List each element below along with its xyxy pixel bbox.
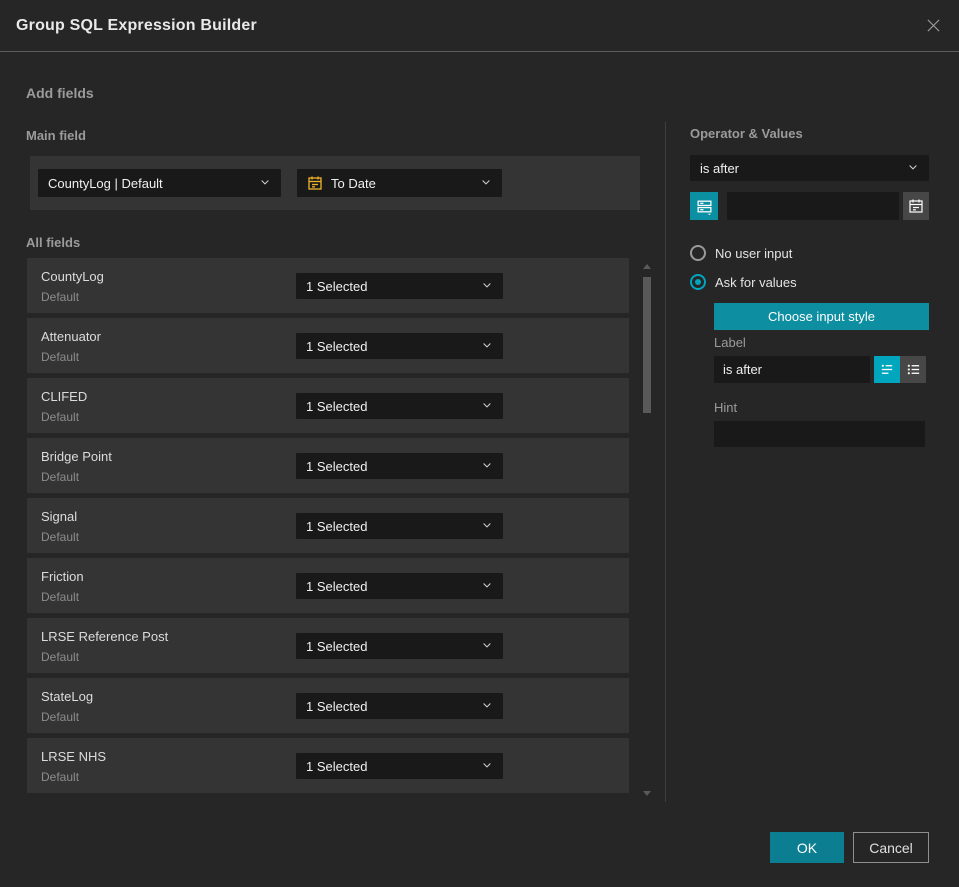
chevron-down-icon [481,759,493,774]
scroll-up-icon[interactable] [643,264,651,269]
field-selected-value: 1 Selected [306,698,368,714]
choose-input-style-button[interactable]: Choose input style [714,303,929,330]
field-row: Attenuator Default 1 Selected [27,318,629,373]
field-layer: Default [41,650,80,664]
field-layer: Default [41,410,80,424]
field-selected-dropdown[interactable]: 1 Selected [296,333,503,359]
field-row: CLIFED Default 1 Selected [27,378,629,433]
field-selected-dropdown[interactable]: 1 Selected [296,453,503,479]
cancel-button[interactable]: Cancel [853,832,929,863]
all-fields-list: CountyLog Default 1 Selected Attenuator … [27,258,629,798]
field-row: LRSE NHS Default 1 Selected [27,738,629,793]
field-selected-value: 1 Selected [306,638,368,654]
dialog-title: Group SQL Expression Builder [16,16,257,34]
all-fields-heading: All fields [26,235,81,250]
field-selected-dropdown[interactable]: 1 Selected [296,513,503,539]
field-selected-dropdown[interactable]: 1 Selected [296,393,503,419]
field-row: Signal Default 1 Selected [27,498,629,553]
chevron-down-icon [259,176,271,191]
ok-button[interactable]: OK [770,832,844,863]
field-selected-value: 1 Selected [306,518,368,534]
field-selected-dropdown[interactable]: 1 Selected [296,693,503,719]
group-sql-expression-builder-dialog: Group SQL Expression Builder Add fields … [0,0,959,887]
list-scrollbar[interactable] [643,258,651,798]
value-input[interactable] [727,192,899,220]
main-field-select-value: CountyLog | Default [48,175,163,191]
chevron-down-icon [481,459,493,474]
radio-checked-icon [690,274,706,290]
main-field-date-select[interactable]: To Date [297,169,502,197]
operator-select-value: is after [700,160,740,176]
chevron-down-icon [481,639,493,654]
scrollbar-thumb[interactable] [643,277,651,413]
date-picker-button[interactable] [903,192,929,220]
field-name: LRSE Reference Post [41,629,169,644]
field-name: CountyLog [41,269,104,284]
field-row: Bridge Point Default 1 Selected [27,438,629,493]
radio-no-user-input-label: No user input [715,245,793,261]
field-name: LRSE NHS [41,749,107,764]
field-layer: Default [41,290,80,304]
value-row [690,192,929,220]
field-name: StateLog [41,689,94,704]
field-selected-dropdown[interactable]: 1 Selected [296,573,503,599]
panel-divider [665,122,666,802]
radio-no-user-input[interactable]: No user input [690,245,792,261]
field-name: Signal [41,509,78,524]
field-row: StateLog Default 1 Selected [27,678,629,733]
main-field-date-value: To Date [331,175,376,191]
operator-select[interactable]: is after [690,155,929,181]
main-field-panel: CountyLog | Default To Date [30,156,640,210]
add-fields-heading: Add fields [26,85,94,101]
field-name: CLIFED [41,389,88,404]
chevron-down-icon [480,176,492,191]
field-selected-dropdown[interactable]: 1 Selected [296,633,503,659]
chevron-down-icon [481,579,493,594]
radio-ask-for-values-label: Ask for values [715,274,797,290]
chevron-down-icon [481,519,493,534]
chevron-down-icon [481,339,493,354]
field-selected-dropdown[interactable]: 1 Selected [296,753,503,779]
field-layer: Default [41,590,80,604]
field-layer: Default [41,470,80,484]
main-field-select[interactable]: CountyLog | Default [38,169,281,197]
single-value-style-button[interactable] [874,356,900,383]
main-field-heading: Main field [26,128,86,143]
input-type-button[interactable] [690,192,718,220]
field-selected-value: 1 Selected [306,578,368,594]
field-row: Friction Default 1 Selected [27,558,629,613]
hint-input[interactable] [714,421,925,447]
close-icon[interactable] [923,16,943,36]
field-name: Attenuator [41,329,101,344]
hint-field-label: Hint [714,400,738,415]
radio-unchecked-icon [690,245,706,261]
field-selected-value: 1 Selected [306,758,368,774]
field-selected-value: 1 Selected [306,278,368,294]
field-selected-value: 1 Selected [306,338,368,354]
field-row: LRSE Reference Post Default 1 Selected [27,618,629,673]
chevron-down-icon [481,279,493,294]
field-name: Bridge Point [41,449,112,464]
field-selected-dropdown[interactable]: 1 Selected [296,273,503,299]
calendar-icon [307,175,323,191]
chevron-down-icon [481,399,493,414]
field-selected-value: 1 Selected [306,458,368,474]
chevron-down-icon [481,699,493,714]
operator-values-heading: Operator & Values [690,126,803,141]
chevron-down-icon [907,161,919,176]
radio-ask-for-values[interactable]: Ask for values [690,274,797,290]
label-field-label: Label [714,335,746,350]
titlebar: Group SQL Expression Builder [0,0,959,52]
field-row: CountyLog Default 1 Selected [27,258,629,313]
list-style-button[interactable] [900,356,926,383]
scroll-down-icon[interactable] [643,791,651,796]
field-name: Friction [41,569,84,584]
field-layer: Default [41,770,80,784]
field-selected-value: 1 Selected [306,398,368,414]
field-layer: Default [41,350,80,364]
field-layer: Default [41,710,80,724]
label-input[interactable] [714,356,870,383]
field-layer: Default [41,530,80,544]
